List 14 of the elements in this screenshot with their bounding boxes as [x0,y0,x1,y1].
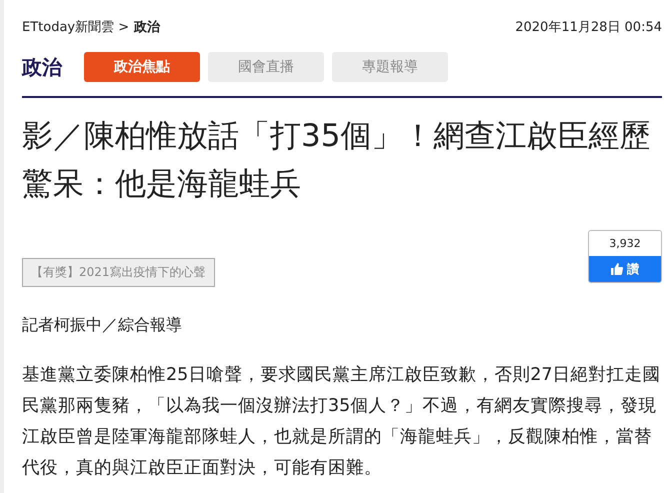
article-paragraph: 基進黨立委陳柏惟25日嗆聲，要求國民黨主席江啟臣致歉，否則27日絕對扛走國民黨那兩隻豬，「以為我一個沒辦法打35個人？」不過，有網友實際搜尋，發現江啟臣曾是陸軍海龍部隊蛙人，也就是所謂的「海龍蛙兵」，反觀陳柏惟，當替代役，真的與江啟臣正面對決，可能有困難。 [22,364,662,480]
like-button[interactable]: 3,932 讚 [588,230,662,283]
category-tab[interactable]: 國會直播 [208,52,324,82]
breadcrumb-link[interactable]: ETtoday新聞雲 > [22,18,130,36]
headline: 影／陳柏惟放話「打35個」！網查江啟臣經歷驚呆：他是海龍蛙兵 [22,117,652,204]
like-label: 讚 [627,260,639,278]
byline: 記者柯振中／綜合報導 [22,315,183,336]
publish-date: 2020年11月28日 00:54 [515,19,662,36]
breadcrumb-current[interactable]: 政治 [134,18,160,36]
category-tab[interactable]: 專題報導 [332,52,448,82]
thumbs-up-icon [611,263,623,275]
promo-link[interactable]: 【有獎】2021寫出疫情下的心聲 [22,258,215,287]
category-tab[interactable]: 政治焦點 [84,52,200,82]
category-title: 政治 [22,54,62,80]
